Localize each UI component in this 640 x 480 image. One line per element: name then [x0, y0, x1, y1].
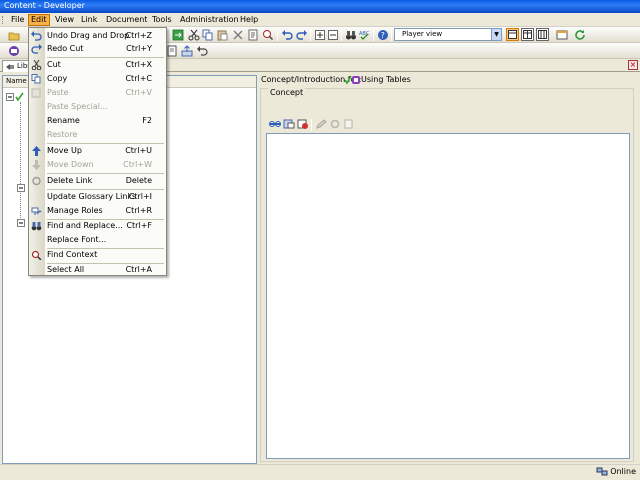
undo-icon[interactable]: [281, 29, 293, 41]
tree-expander-2[interactable]: [17, 219, 27, 231]
menu-help[interactable]: Help: [237, 14, 261, 26]
paste-icon[interactable]: [216, 29, 228, 41]
concept-group: Concept: [260, 88, 634, 462]
help-icon[interactable]: ?: [377, 29, 389, 41]
concept-editor[interactable]: [266, 133, 630, 459]
expand-icon[interactable]: [314, 29, 326, 41]
copy-icon[interactable]: [202, 29, 214, 41]
menu-document[interactable]: Document: [103, 14, 150, 26]
refresh-icon[interactable]: [574, 29, 586, 41]
online-label: Online: [610, 467, 636, 476]
settings-icon: [329, 119, 341, 131]
spellcheck-icon[interactable]: ABC: [359, 29, 371, 41]
menu-file[interactable]: File: [8, 14, 27, 26]
menu-link[interactable]: Link: [78, 14, 100, 26]
edit-pencil-icon: [315, 119, 327, 131]
online-status: Online: [596, 467, 636, 476]
properties-icon[interactable]: [247, 29, 259, 41]
copy-icon: [31, 74, 42, 84]
binoculars-icon[interactable]: [345, 29, 357, 41]
menu-administration[interactable]: Administration: [177, 14, 242, 26]
undo-icon: [31, 31, 42, 41]
green-arrow-icon[interactable]: [172, 29, 184, 41]
undo-small-icon[interactable]: [196, 45, 208, 57]
binoculars-icon: [31, 221, 42, 231]
cut-icon: [31, 59, 42, 71]
tree-expander[interactable]: [17, 184, 27, 196]
menu-bar: File Edit View Link Document Tools Admin…: [0, 13, 640, 27]
find-context-icon[interactable]: [262, 29, 274, 41]
arrow-down-icon: [31, 160, 42, 170]
menu-redo[interactable]: Redo Cut Ctrl+Y: [29, 42, 166, 56]
chevron-down-icon[interactable]: ▼: [491, 29, 501, 40]
document-icon[interactable]: [166, 45, 178, 57]
open-folder-icon[interactable]: [8, 29, 20, 41]
menu-copy[interactable]: Copy Ctrl+C: [29, 72, 166, 86]
edit-menu-dropdown: Undo Drag and Drop Ctrl+Z Redo Cut Ctrl+…: [28, 27, 167, 276]
layout-single-button[interactable]: [506, 28, 519, 41]
menu-delete-link[interactable]: Delete Link Delete: [29, 174, 166, 188]
menu-find-replace[interactable]: Find and Replace... Ctrl+F: [29, 219, 166, 233]
checkmark-icon: [344, 75, 362, 87]
attach-document-icon[interactable]: [283, 119, 295, 131]
redo-icon: [31, 44, 42, 54]
menu-select-all[interactable]: Select All Ctrl+A: [29, 263, 166, 277]
player-view-value: Player view: [402, 30, 443, 38]
title-bar: Content - Developer: [0, 0, 640, 13]
library-icon[interactable]: [8, 45, 20, 57]
menu-view[interactable]: View: [52, 14, 77, 26]
remove-link-icon[interactable]: [297, 119, 309, 131]
intro-title[interactable]: Using Tables: [361, 75, 411, 84]
tree-root-node[interactable]: [6, 92, 28, 104]
close-icon[interactable]: ×: [628, 60, 638, 70]
menu-move-up[interactable]: Move Up Ctrl+U: [29, 144, 166, 158]
svg-text:?: ?: [381, 31, 385, 40]
link-icon[interactable]: [269, 119, 281, 131]
publish-icon[interactable]: [181, 45, 193, 57]
name-column-label: Name: [6, 77, 27, 85]
menubar-grip[interactable]: [2, 16, 4, 24]
content-panel: Concept/Introduction for: Using Tables C…: [258, 72, 640, 464]
page-icon: [343, 119, 355, 131]
menu-manage-roles[interactable]: Manage Roles Ctrl+R: [29, 204, 166, 218]
layout-split-button[interactable]: [521, 28, 534, 41]
tree-connector: [20, 102, 21, 222]
menu-tools[interactable]: Tools: [149, 14, 175, 26]
menu-find-context[interactable]: Find Context: [29, 248, 166, 262]
menu-replace-font[interactable]: Replace Font...: [29, 233, 166, 247]
library-tab-icon: [5, 63, 15, 73]
tab-library[interactable]: Libr: [2, 60, 30, 72]
delete-icon[interactable]: [232, 29, 244, 41]
collapse-icon[interactable]: [327, 29, 339, 41]
concept-label: Concept: [268, 88, 306, 97]
window-arrange-icon[interactable]: [556, 29, 568, 41]
menu-move-down[interactable]: Move Down Ctrl+W: [29, 158, 166, 172]
arrow-up-icon: [31, 146, 42, 156]
cut-icon[interactable]: [188, 29, 200, 41]
menu-update-glossary[interactable]: Update Glossary Links Ctrl+I: [29, 190, 166, 204]
layout-columns-button[interactable]: [536, 28, 549, 41]
menu-cut[interactable]: Cut Ctrl+X: [29, 58, 166, 72]
find-context-icon: [31, 250, 42, 261]
player-view-select[interactable]: Player view ▼: [394, 28, 502, 41]
status-bar: Online: [0, 464, 640, 480]
paste-icon: [31, 88, 42, 98]
menu-restore[interactable]: Restore: [29, 128, 166, 142]
menu-rename[interactable]: Rename F2: [29, 114, 166, 128]
menu-paste-special[interactable]: Paste Special...: [29, 100, 166, 114]
delete-link-icon: [31, 176, 42, 186]
manage-roles-icon: [31, 206, 42, 216]
menu-undo[interactable]: Undo Drag and Drop Ctrl+Z: [29, 29, 166, 43]
redo-icon[interactable]: [296, 29, 308, 41]
menu-paste[interactable]: Paste Ctrl+V: [29, 86, 166, 100]
svg-text:ABC: ABC: [359, 31, 370, 37]
window-title: Content - Developer: [4, 1, 85, 10]
menu-edit[interactable]: Edit: [28, 14, 50, 26]
network-icon: [596, 467, 611, 476]
